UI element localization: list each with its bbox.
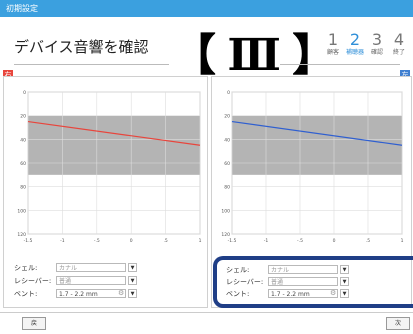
y-tick-label: 60 — [224, 161, 230, 167]
x-tick-label: -.5 — [297, 238, 303, 244]
x-tick-label: -1.5 — [24, 238, 33, 244]
x-tick-label: 0 — [333, 238, 336, 244]
left-ear-response-chart: -1.5 -1 -.5 0 .5 1 0 20 40 60 80 100 120 — [221, 90, 404, 244]
page-title: デバイス音響を確認 — [14, 38, 149, 56]
y-tick-label: 80 — [20, 185, 26, 191]
back-button[interactable]: 戻 — [22, 317, 46, 330]
step-3[interactable]: 3 確認 — [366, 31, 388, 57]
chevron-down-icon[interactable]: ▼ — [128, 263, 137, 272]
step-1[interactable]: 1 顧客 — [322, 31, 344, 57]
step-label: 確認 — [370, 49, 383, 56]
header-divider-left — [14, 64, 169, 65]
step-label: 顧客 — [326, 49, 339, 56]
window-title: 初期設定 — [6, 4, 38, 13]
shell-select[interactable]: カナル — [56, 263, 126, 272]
step-label: 補聴器 — [345, 49, 364, 56]
receiver-select[interactable]: 普通 — [56, 276, 126, 285]
shell-row: シェル: カナル ▼ — [14, 263, 164, 273]
x-tick-label: .5 — [366, 238, 370, 244]
y-tick-label: 80 — [224, 185, 230, 191]
step-label: 終了 — [392, 49, 405, 56]
x-tick-label: 0 — [130, 238, 133, 244]
header-divider-right — [280, 64, 400, 65]
y-tick-label: 0 — [227, 90, 230, 96]
y-tick-label: 0 — [23, 90, 26, 96]
x-tick-label: -.5 — [94, 238, 100, 244]
step-2[interactable]: 2 補聴器 — [344, 31, 366, 57]
x-tick-label: 1 — [401, 238, 404, 244]
gear-icon: ⚙ — [118, 289, 125, 297]
overlay-roman-numeral: 【 Ⅲ 】 — [172, 30, 336, 81]
x-tick-label: 1 — [199, 238, 202, 244]
receiver-row: レシーバー: 普通 ▼ — [14, 276, 164, 286]
step-number: 1 — [327, 30, 339, 49]
y-tick-label: 120 — [221, 232, 230, 238]
step-indicator: 1 顧客 2 補聴器 3 確認 4 終了 — [322, 31, 410, 65]
shell-label: シェル: — [14, 264, 38, 272]
y-tick-label: 120 — [17, 232, 26, 238]
y-tick-label: 100 — [17, 208, 26, 214]
chevron-down-icon[interactable]: ▼ — [128, 289, 137, 298]
y-tick-label: 40 — [20, 137, 26, 143]
x-tick-label: .5 — [163, 238, 167, 244]
y-tick-label: 100 — [221, 208, 230, 214]
step-number: 4 — [393, 30, 405, 49]
x-tick-label: -1.5 — [228, 238, 237, 244]
step-4[interactable]: 4 終了 — [388, 31, 410, 57]
receiver-label: レシーバー: — [14, 277, 52, 285]
y-tick-label: 20 — [224, 114, 230, 120]
y-tick-label: 20 — [20, 114, 26, 120]
settings-highlight-frame — [213, 256, 413, 308]
y-tick-label: 40 — [224, 137, 230, 143]
header: デバイス音響を確認 【 Ⅲ 】 1 顧客 2 補聴器 3 確認 4 終了 — [0, 17, 413, 81]
y-tick-label: 60 — [20, 161, 26, 167]
next-button[interactable]: 次 — [386, 317, 410, 330]
step-number: 3 — [371, 30, 383, 49]
vent-label: ベント: — [14, 290, 38, 298]
x-tick-label: -1 — [60, 238, 65, 244]
x-tick-label: -1 — [264, 238, 269, 244]
right-ear-response-chart: -1.5 -1 -.5 0 .5 1 0 20 40 60 80 100 120 — [17, 90, 202, 244]
window-titlebar: 初期設定 — [0, 0, 413, 17]
vent-row: ベント: 1.7 - 2.2 mm ⚙ ▼ — [14, 289, 164, 299]
footer-divider — [0, 312, 413, 313]
step-number: 2 — [349, 30, 361, 49]
chevron-down-icon[interactable]: ▼ — [128, 276, 137, 285]
vent-select[interactable]: 1.7 - 2.2 mm — [56, 289, 126, 298]
